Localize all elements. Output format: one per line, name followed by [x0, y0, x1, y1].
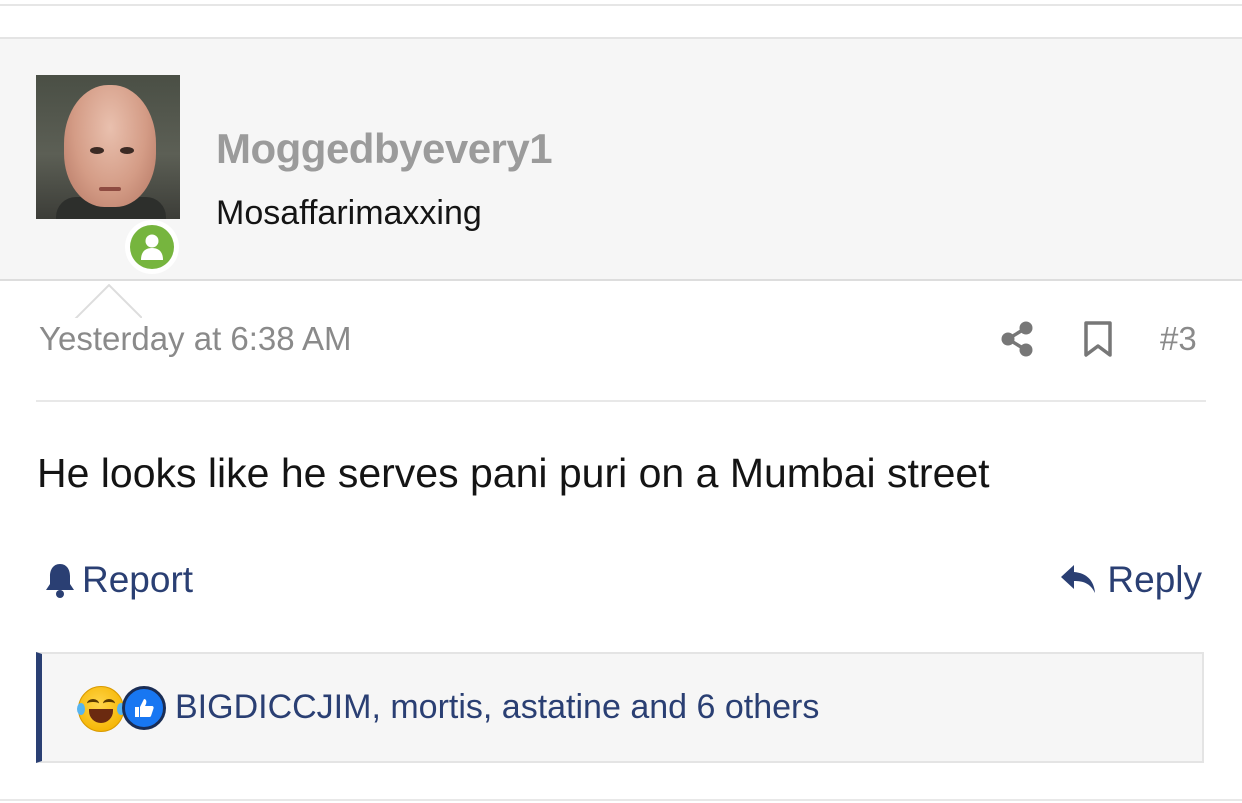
meta-divider	[36, 400, 1206, 402]
user-online-icon	[130, 225, 174, 269]
share-icon[interactable]	[999, 320, 1035, 358]
reply-label: Reply	[1107, 559, 1202, 600]
bookmark-icon[interactable]	[1083, 320, 1113, 358]
post-date-link[interactable]: Yesterday at 6:38 AM	[39, 320, 352, 358]
bell-icon	[46, 564, 74, 598]
like-reaction-icon	[122, 686, 166, 730]
laugh-reaction-icon	[77, 686, 125, 732]
reply-arrow-icon	[1061, 565, 1096, 593]
online-status-badge	[125, 220, 179, 274]
bottom-divider	[0, 799, 1242, 801]
post-number-link[interactable]: #3	[1160, 320, 1197, 358]
top-divider	[0, 4, 1242, 6]
reply-button[interactable]: Reply	[1059, 558, 1202, 602]
reactions-summary-link[interactable]: BIGDICCJIM, mortis, astatine and 6 other…	[175, 688, 819, 727]
reaction-icons	[77, 684, 170, 732]
post-body-text: He looks like he serves pani puri on a M…	[37, 450, 990, 496]
username-link[interactable]: Moggedbyevery1	[216, 125, 553, 173]
report-button[interactable]: Report	[44, 558, 193, 602]
reactions-bar[interactable]: BIGDICCJIM, mortis, astatine and 6 other…	[36, 652, 1204, 763]
user-title: Mosaffarimaxxing	[216, 194, 482, 232]
header-pointer	[74, 284, 142, 318]
avatar[interactable]	[36, 75, 180, 219]
report-label: Report	[82, 559, 194, 600]
post-user-header: Moggedbyevery1 Mosaffarimaxxing	[0, 37, 1242, 281]
